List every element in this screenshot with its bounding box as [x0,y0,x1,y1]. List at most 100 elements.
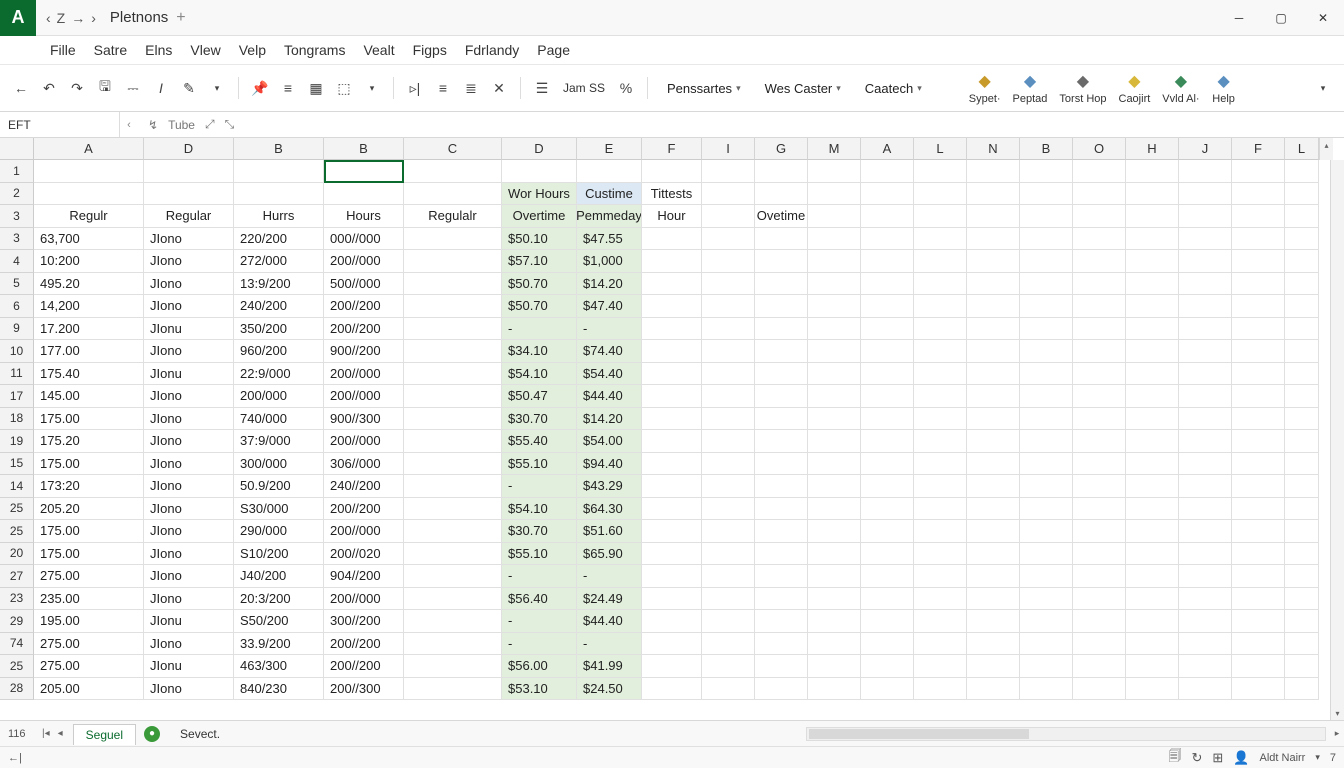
cell[interactable] [861,183,914,206]
cell[interactable] [1179,655,1232,678]
cell[interactable] [1126,205,1179,228]
cell[interactable] [1179,678,1232,701]
cell[interactable] [861,408,914,431]
col-header-12[interactable]: L [914,138,967,160]
cell[interactable] [967,453,1020,476]
pin-icon[interactable]: 📌 [249,77,271,99]
cell[interactable] [1020,633,1073,656]
cell[interactable]: 200//000 [324,430,404,453]
cell[interactable] [642,655,702,678]
cell[interactable] [404,318,502,341]
list-icon[interactable]: ≡ [277,77,299,99]
cell[interactable]: 275.00 [34,655,144,678]
cell[interactable] [404,565,502,588]
cell[interactable] [861,475,914,498]
cell[interactable] [1073,655,1126,678]
cell[interactable] [1232,543,1285,566]
cell[interactable]: - [577,318,642,341]
cell[interactable] [967,475,1020,498]
cell[interactable]: 10:200 [34,250,144,273]
cell[interactable] [1179,565,1232,588]
cell[interactable] [1232,475,1285,498]
cell[interactable] [1073,250,1126,273]
cell[interactable] [404,250,502,273]
cell[interactable] [1126,340,1179,363]
row-header[interactable]: 6 [0,295,34,318]
cell[interactable]: 740/000 [234,408,324,431]
cell[interactable] [1179,318,1232,341]
row-header[interactable]: 15 [0,453,34,476]
cell[interactable] [1285,340,1319,363]
cell[interactable]: 290/000 [234,520,324,543]
cell[interactable] [1126,250,1179,273]
col-header-6[interactable]: E [577,138,642,160]
cell[interactable] [967,250,1020,273]
row-header[interactable]: 25 [0,498,34,521]
cell[interactable]: 145.00 [34,385,144,408]
cell[interactable] [967,295,1020,318]
cell[interactable] [967,588,1020,611]
col-header-13[interactable]: N [967,138,1020,160]
cell[interactable] [404,498,502,521]
cell[interactable]: Overtime [502,205,577,228]
cell[interactable] [1232,385,1285,408]
cell[interactable] [1126,363,1179,386]
cell[interactable] [1285,655,1319,678]
cell[interactable] [1073,588,1126,611]
cell[interactable]: 200//200 [324,498,404,521]
cell[interactable] [967,565,1020,588]
cell[interactable] [1126,295,1179,318]
cell[interactable]: JIono [144,340,234,363]
cell[interactable] [967,633,1020,656]
cell[interactable] [1020,250,1073,273]
cell[interactable] [1126,453,1179,476]
cell[interactable]: 175.00 [34,453,144,476]
cell[interactable] [1073,678,1126,701]
goto-icon[interactable]: ▹| [404,77,426,99]
cell[interactable] [1020,318,1073,341]
menu-vlew[interactable]: Vlew [190,42,220,58]
cell[interactable] [1285,588,1319,611]
cell[interactable] [914,453,967,476]
cell[interactable]: $43.29 [577,475,642,498]
cell[interactable]: $34.10 [502,340,577,363]
cell[interactable] [861,228,914,251]
cell[interactable]: $47.55 [577,228,642,251]
cell[interactable] [1232,318,1285,341]
cell[interactable]: 200//200 [324,318,404,341]
cell[interactable] [808,295,861,318]
row-header[interactable]: 18 [0,408,34,431]
cell[interactable]: Hour [642,205,702,228]
cell[interactable]: $53.10 [502,678,577,701]
cell[interactable] [1285,475,1319,498]
cell[interactable]: 195.00 [34,610,144,633]
cell[interactable] [1126,543,1179,566]
cell[interactable]: $44.40 [577,610,642,633]
cell[interactable] [967,183,1020,206]
cell[interactable] [404,588,502,611]
cell[interactable] [914,655,967,678]
cell[interactable] [1232,340,1285,363]
cell[interactable] [755,408,808,431]
cell[interactable] [861,385,914,408]
cell[interactable]: Hurrs [234,205,324,228]
tab-nav-first[interactable]: |◂ [40,728,52,739]
cell[interactable] [1073,453,1126,476]
nav-back[interactable]: ‹ [46,10,51,26]
cell[interactable] [1285,160,1319,183]
cell[interactable] [1073,363,1126,386]
cell[interactable] [1126,228,1179,251]
cell[interactable] [755,363,808,386]
cell[interactable]: 175.00 [34,520,144,543]
cell[interactable]: JIono [144,385,234,408]
cell[interactable] [1285,183,1319,206]
sheet-status-icon[interactable]: ● [144,726,160,742]
row-header[interactable]: 3 [0,205,34,228]
cell[interactable]: 463/300 [234,655,324,678]
vertical-scrollbar[interactable]: ▾ [1330,160,1344,720]
cell[interactable] [1179,295,1232,318]
row-header[interactable]: 14 [0,475,34,498]
cell[interactable] [861,273,914,296]
cell[interactable] [702,385,755,408]
row-header[interactable]: 23 [0,588,34,611]
